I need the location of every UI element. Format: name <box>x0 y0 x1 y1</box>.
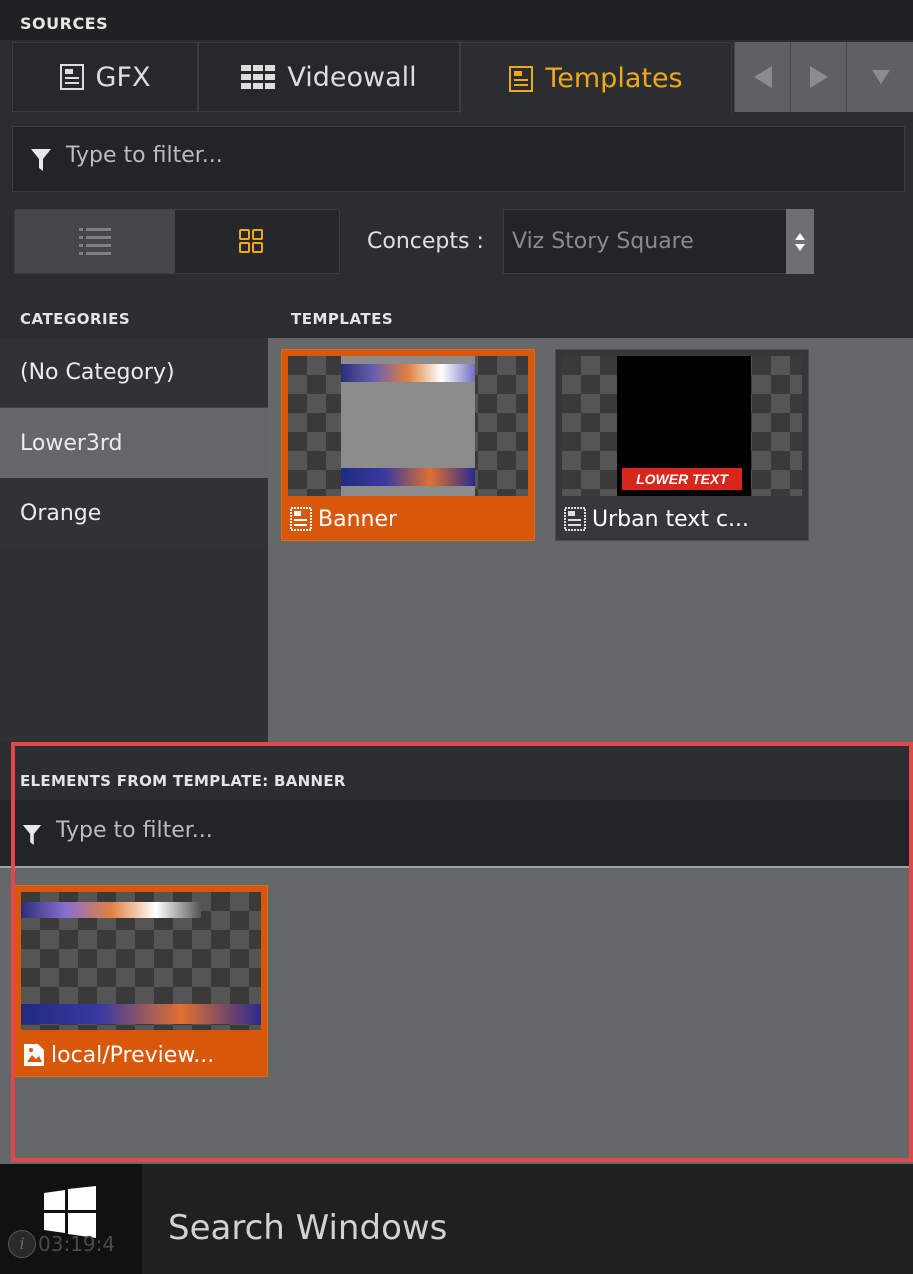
videowall-grid-icon <box>241 65 276 89</box>
template-icon <box>509 65 534 92</box>
category-label: Orange <box>20 500 102 526</box>
element-thumbnail <box>21 892 261 1030</box>
template-card-banner[interactable]: Banner <box>281 349 535 541</box>
list-view-icon <box>79 228 111 255</box>
tab-prev-button[interactable] <box>734 42 790 112</box>
category-item[interactable]: Lower3rd <box>0 408 268 478</box>
templates-header: TEMPLATES <box>291 310 394 328</box>
tab-next-button[interactable] <box>790 42 846 112</box>
sources-header <box>0 0 913 40</box>
tab-label: GFX <box>95 61 151 93</box>
section-header-bar <box>0 292 913 338</box>
template-icon <box>290 507 312 531</box>
category-label: (No Category) <box>20 360 175 385</box>
search-windows-box[interactable]: Search Windows <box>168 1208 447 1248</box>
lower-text-graphic: LOWER TEXT <box>622 468 742 490</box>
concepts-spinner[interactable] <box>786 209 814 274</box>
category-item[interactable]: (No Category) <box>0 338 268 408</box>
info-icon[interactable]: i <box>8 1230 36 1258</box>
template-card-label: Banner <box>282 498 534 540</box>
list-view-button[interactable] <box>15 210 175 273</box>
concepts-label: Concepts : <box>367 229 484 254</box>
clock: 03:19:4 <box>38 1232 116 1256</box>
sources-title: SOURCES <box>20 14 109 33</box>
triangle-left-icon <box>753 66 772 88</box>
windows-logo-icon <box>44 1186 96 1238</box>
element-name: local/Preview... <box>51 1042 215 1068</box>
template-icon <box>564 507 586 531</box>
up-down-arrows-icon <box>795 232 805 251</box>
template-card-urban-text[interactable]: LOWER TEXT Urban text c... <box>555 349 809 541</box>
grid-view-button[interactable] <box>175 210 339 273</box>
element-card-preview[interactable]: local/Preview... <box>14 885 268 1077</box>
tab-label: Templates <box>545 63 683 94</box>
elements-header-bar <box>0 742 913 800</box>
triangle-down-icon <box>871 70 890 84</box>
tab-templates[interactable]: Templates <box>460 42 732 114</box>
funnel-icon <box>31 149 51 171</box>
category-item[interactable]: Orange <box>0 478 268 548</box>
grid-view-icon <box>239 229 263 253</box>
funnel-icon <box>22 825 42 845</box>
template-name: Urban text c... <box>592 506 750 532</box>
categories-header: CATEGORIES <box>20 310 131 328</box>
template-card-label: Urban text c... <box>556 498 808 540</box>
filter-placeholder: Type to filter... <box>66 143 223 168</box>
elements-header: ELEMENTS FROM TEMPLATE: BANNER <box>20 772 346 790</box>
tab-videowall[interactable]: Videowall <box>198 42 460 112</box>
elements-filter-placeholder: Type to filter... <box>56 818 213 843</box>
tab-gfx[interactable]: GFX <box>12 42 198 112</box>
image-file-icon <box>24 1044 44 1066</box>
tab-label: Videowall <box>287 61 417 93</box>
category-label: Lower3rd <box>20 430 123 456</box>
template-thumbnail <box>288 356 528 496</box>
tab-menu-button[interactable] <box>846 42 913 112</box>
element-card-label: local/Preview... <box>15 1034 267 1076</box>
triangle-right-icon <box>809 66 828 88</box>
template-thumbnail: LOWER TEXT <box>562 356 802 496</box>
template-icon <box>59 64 84 90</box>
concepts-value: Viz Story Square <box>512 229 694 254</box>
template-name: Banner <box>318 506 398 532</box>
